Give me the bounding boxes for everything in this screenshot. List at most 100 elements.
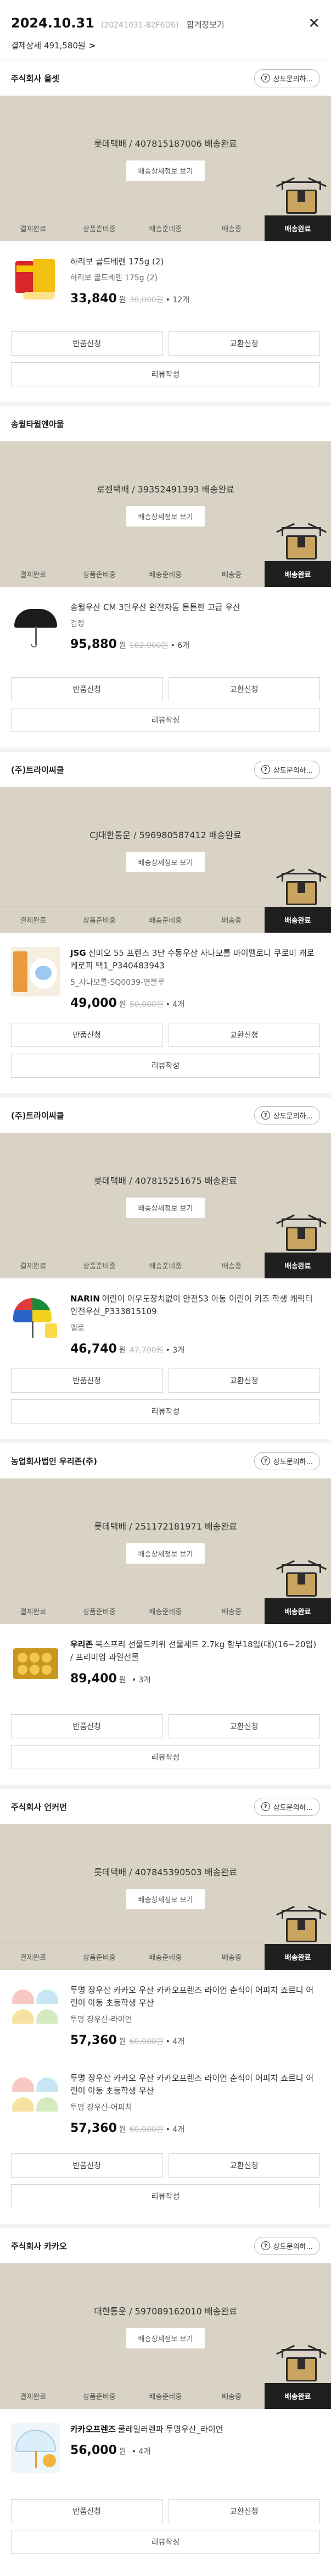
- close-icon[interactable]: ✕: [308, 16, 320, 31]
- tracking-detail-button[interactable]: 배송상세정보 보기: [126, 160, 205, 181]
- return-button[interactable]: 반품신청: [11, 677, 163, 701]
- order-section: 주식회사 카카오 ? 상도문의하... 대한통운 / 597089162010 배…: [0, 2228, 331, 2576]
- product-image: [11, 2423, 60, 2473]
- product-image: [11, 256, 60, 305]
- review-button[interactable]: 리뷰작성: [11, 1054, 320, 1078]
- package-box-icon: [286, 190, 317, 214]
- tracking-panel: 롯데택배 / 251172181971 배송완료 배송상세정보 보기 결제완료 …: [0, 1478, 331, 1624]
- step-ready: 배송준비중: [149, 917, 182, 925]
- return-button[interactable]: 반품신청: [11, 1369, 163, 1393]
- review-button[interactable]: 리뷰작성: [11, 708, 320, 732]
- step-ready: 배송준비중: [149, 2393, 182, 2401]
- tracking-panel: 롯데택배 / 407815187006 배송완료 배송상세정보 보기 결제완료 …: [0, 96, 331, 241]
- box-roof-icon: [282, 1910, 321, 1919]
- inquiry-button[interactable]: ? 상도문의하...: [254, 69, 320, 87]
- order-section: 주식회사 올셋 ? 상도문의하... 롯데택배 / 407815187006 배송…: [0, 60, 331, 406]
- step-shipping: 배송중: [222, 917, 242, 925]
- step-paid: 결제완료: [20, 1262, 47, 1271]
- section-divider: [0, 1423, 331, 1443]
- product-image: [11, 1984, 60, 2034]
- tracking-detail-button[interactable]: 배송상세정보 보기: [126, 1543, 205, 1564]
- product-item[interactable]: NARIN 어린이 아우도장치없이 안전53 아동 어린이 키즈 학생 캐릭터 안…: [0, 1278, 331, 1361]
- product-option: 옐로: [70, 1323, 85, 1333]
- product-item[interactable]: 투명 장우산 카카오 우산 카카오프렌즈 라이언 춘식이 어피치 죠르디 어린이…: [0, 2058, 331, 2146]
- order-section: 주식회사 언커먼 ? 상도문의하... 롯데택배 / 407845390503 배…: [0, 1789, 331, 2228]
- inquiry-button[interactable]: ? 상도문의하...: [254, 1452, 320, 1470]
- seller-name: 주식회사 언커먼: [11, 1802, 67, 1812]
- tracking-detail-button[interactable]: 배송상세정보 보기: [126, 2328, 205, 2348]
- review-button[interactable]: 리뷰작성: [11, 362, 320, 386]
- payment-summary-link[interactable]: 결제상세 491,580원 >: [11, 40, 320, 51]
- inquiry-button[interactable]: ? 상도문의하...: [254, 760, 320, 779]
- step-ready: 배송준비중: [149, 225, 182, 234]
- tracking-detail-button[interactable]: 배송상세정보 보기: [126, 506, 205, 527]
- product-name: NARIN 어린이 아우도장치없이 안전53 아동 어린이 키즈 학생 캐릭터 안…: [70, 1293, 320, 1319]
- return-button[interactable]: 반품신청: [11, 2499, 163, 2523]
- product-price: 89,400: [70, 1671, 117, 1686]
- product-brand: 카카오프렌즈: [70, 2424, 116, 2434]
- step-delivered: 배송완료: [265, 215, 331, 241]
- product-item[interactable]: 송월우산 CM 3단우산 완전자동 튼튼한 고급 우산 검정 95,880 원 …: [0, 587, 331, 669]
- section-divider: [0, 2208, 331, 2228]
- review-button[interactable]: 리뷰작성: [11, 2184, 320, 2208]
- exchange-button[interactable]: 교환신청: [168, 2499, 320, 2523]
- box-roof-icon: [282, 527, 321, 536]
- product-item[interactable]: 우리존 복스프리 선물드키위 선물세트 2.7kg 함부18입(대)(16~20입…: [0, 1624, 331, 1707]
- review-button[interactable]: 리뷰작성: [11, 1745, 320, 1769]
- step-preparing: 상품준비중: [82, 1262, 116, 1271]
- package-box-icon: [286, 1572, 317, 1597]
- step-delivered: 배송완료: [265, 1253, 331, 1278]
- tracking-detail-button[interactable]: 배송상세정보 보기: [126, 1198, 205, 1218]
- return-button[interactable]: 반품신청: [11, 1714, 163, 1738]
- product-item[interactable]: JSG 신미오 55 프렌즈 3단 수동우산 사나모롤 마이멜로디 쿠로미 캐로케…: [0, 933, 331, 1015]
- product-option: 5_사나모롤-SQ0039-연블루: [70, 978, 165, 987]
- exchange-button[interactable]: 교환신청: [168, 1714, 320, 1738]
- inquiry-button[interactable]: ? 상도문의하...: [254, 1797, 320, 1816]
- inquiry-label: 상도문의하...: [273, 2242, 313, 2251]
- section-divider: [0, 1078, 331, 1098]
- step-delivered: 배송완료: [265, 1944, 331, 1970]
- question-icon: ?: [261, 1111, 270, 1120]
- section-divider: [0, 386, 331, 406]
- delivery-steps: 결제완료 상품준비중 배송준비중 배송중 배송완료: [0, 906, 331, 933]
- step-preparing: 상품준비중: [82, 1954, 116, 1962]
- original-price: 50,000원: [129, 1000, 164, 1009]
- return-button[interactable]: 반품신청: [11, 331, 163, 356]
- tracking-panel: 롯데택배 / 407815251675 배송완료 배송상세정보 보기 결제완료 …: [0, 1133, 331, 1278]
- exchange-button[interactable]: 교환신청: [168, 331, 320, 356]
- product-item[interactable]: 하리보 골드베렌 175g (2) 하리보 골드베렌 175g (2) 33,8…: [0, 241, 331, 324]
- tracking-detail-button[interactable]: 배송상세정보 보기: [126, 1889, 205, 1909]
- merged-info-link[interactable]: 합계정보기: [187, 20, 225, 30]
- seller-name: (주)트라이씨클: [11, 765, 64, 775]
- currency-label: 원: [119, 1345, 126, 1355]
- return-button[interactable]: 반품신청: [11, 1023, 163, 1047]
- exchange-button[interactable]: 교환신청: [168, 1023, 320, 1047]
- currency-label: 원: [119, 2447, 126, 2457]
- exchange-button[interactable]: 교환신청: [168, 1369, 320, 1393]
- review-button[interactable]: 리뷰작성: [11, 1399, 320, 1423]
- original-price: 36,000원: [129, 296, 164, 305]
- step-shipping: 배송중: [222, 1954, 242, 1962]
- exchange-button[interactable]: 교환신청: [168, 2153, 320, 2178]
- currency-label: 원: [119, 641, 126, 651]
- product-quantity: • 4개: [165, 2125, 185, 2134]
- product-item[interactable]: 카카오프렌즈 쿨레일러렌파 투명우산_라이언 56,000 원 • 4개: [0, 2409, 331, 2491]
- inquiry-button[interactable]: ? 상도문의하...: [254, 2236, 320, 2255]
- product-item[interactable]: 투명 장우산 카카오 우산 카카오프렌즈 라이언 춘식이 어피치 죠르디 어린이…: [0, 1970, 331, 2058]
- review-button[interactable]: 리뷰작성: [11, 2530, 320, 2554]
- step-paid: 결제완료: [20, 1608, 47, 1616]
- inquiry-button[interactable]: ? 상도문의하...: [254, 1106, 320, 1124]
- tracking-text: CJ대한통운 / 596980587412 배송완료: [89, 830, 242, 840]
- exchange-button[interactable]: 교환신청: [168, 677, 320, 701]
- tracking-text: 롯데택배 / 407815251675 배송완료: [94, 1176, 237, 1186]
- order-section: 송월타월엔아울 로젠택배 / 39352491393 배송완료 배송상세정보 보…: [0, 406, 331, 752]
- package-box-icon: [286, 535, 317, 559]
- tracking-detail-button[interactable]: 배송상세정보 보기: [126, 852, 205, 872]
- return-button[interactable]: 반품신청: [11, 2153, 163, 2178]
- product-quantity: • 3개: [131, 1675, 151, 1685]
- order-section: (주)트라이씨클 ? 상도문의하... CJ대한통운 / 596980587412…: [0, 752, 331, 1098]
- seller-name: 송월타월엔아울: [11, 419, 64, 429]
- product-name: 우리존 복스프리 선물드키위 선물세트 2.7kg 함부18입(대)(16~20입…: [70, 1638, 320, 1664]
- package-box-icon: [286, 1918, 317, 1942]
- original-price: 47,700원: [129, 1345, 164, 1355]
